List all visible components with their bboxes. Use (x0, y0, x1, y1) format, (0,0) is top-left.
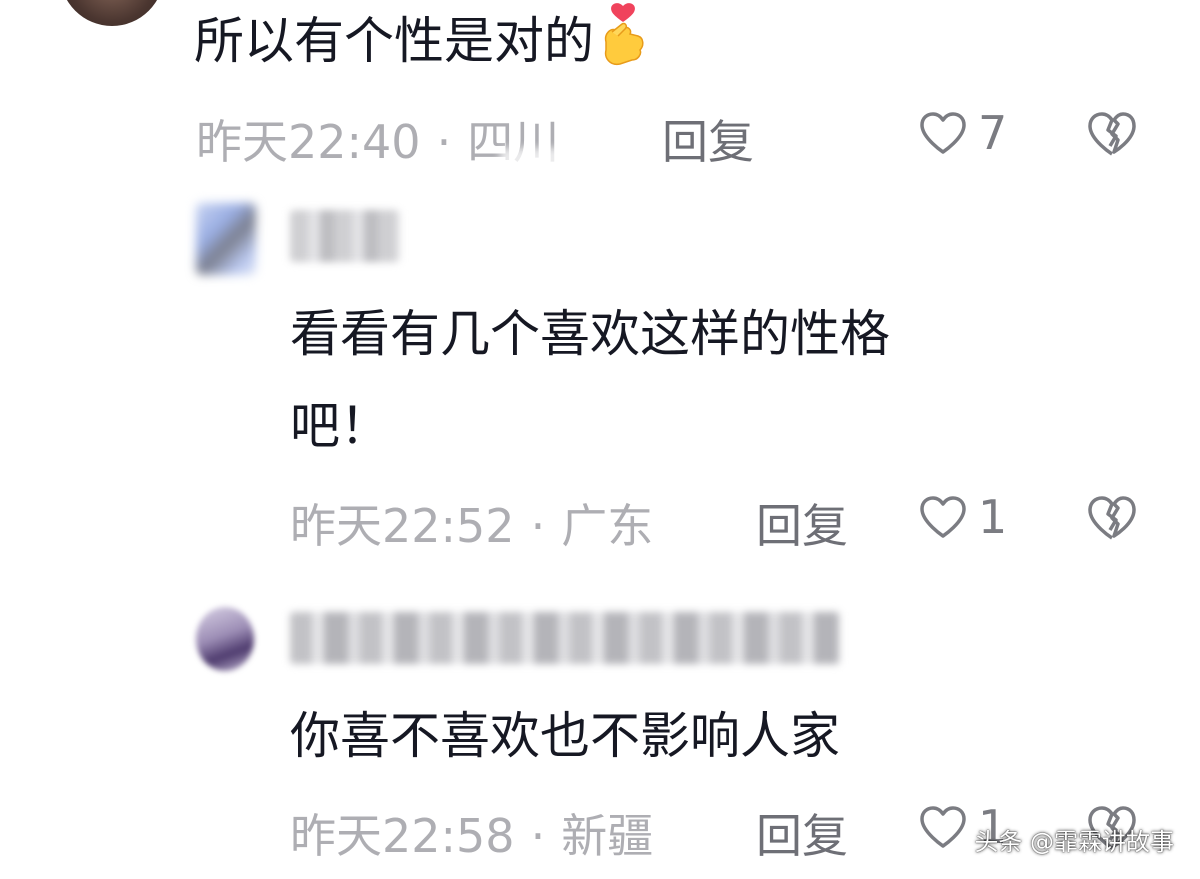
comment-thread: 所以有个性是对的 昨天22:40 · 四川 回复 7 看看有几个喜欢这样的性格 吧！… (0, 0, 1200, 879)
heart-icon (920, 496, 966, 538)
avatar[interactable] (60, 0, 164, 26)
heart-icon (920, 112, 966, 154)
location: 新疆 (561, 809, 654, 863)
location: 广东 (561, 499, 654, 553)
username-blurred[interactable] (290, 612, 840, 664)
heart-icon (920, 806, 966, 848)
timestamp: 昨天22:52 (290, 499, 515, 553)
like-button[interactable]: 7 (918, 106, 1007, 160)
reply-button[interactable]: 回复 (662, 106, 754, 172)
username-blurred[interactable] (290, 210, 400, 262)
timestamp: 昨天22:40 (196, 115, 421, 169)
comment-text-line: 吧！ (290, 397, 390, 455)
watermark: 头条 @霏霖讲故事 (974, 828, 1174, 856)
like-count: 1 (978, 490, 1008, 544)
like-button[interactable]: 1 (918, 490, 1007, 544)
comment-meta: 昨天22:58 · 新疆 (290, 800, 653, 866)
timestamp: 昨天22:58 (290, 809, 515, 863)
separator: · (530, 809, 546, 863)
comment-text: 你喜不喜欢也不影响人家 (290, 707, 840, 765)
like-count: 7 (978, 106, 1008, 160)
comment-text: 看看有几个喜欢这样的性格 吧！ (290, 296, 890, 464)
separator: · (530, 499, 546, 553)
broken-heart-icon[interactable] (1086, 494, 1138, 542)
location-blur (500, 148, 620, 174)
reply-button[interactable]: 回复 (756, 800, 848, 866)
reply-button[interactable]: 回复 (756, 490, 848, 556)
comment-text: 所以有个性是对的 (194, 2, 648, 79)
finger-heart-emoji-icon (598, 2, 648, 68)
broken-heart-icon[interactable] (1086, 110, 1138, 158)
avatar[interactable] (196, 203, 256, 275)
separator: · (436, 115, 452, 169)
comment-text-line: 看看有几个喜欢这样的性格 (290, 305, 890, 363)
avatar[interactable] (196, 607, 254, 671)
comment-meta: 昨天22:52 · 广东 (290, 490, 653, 556)
